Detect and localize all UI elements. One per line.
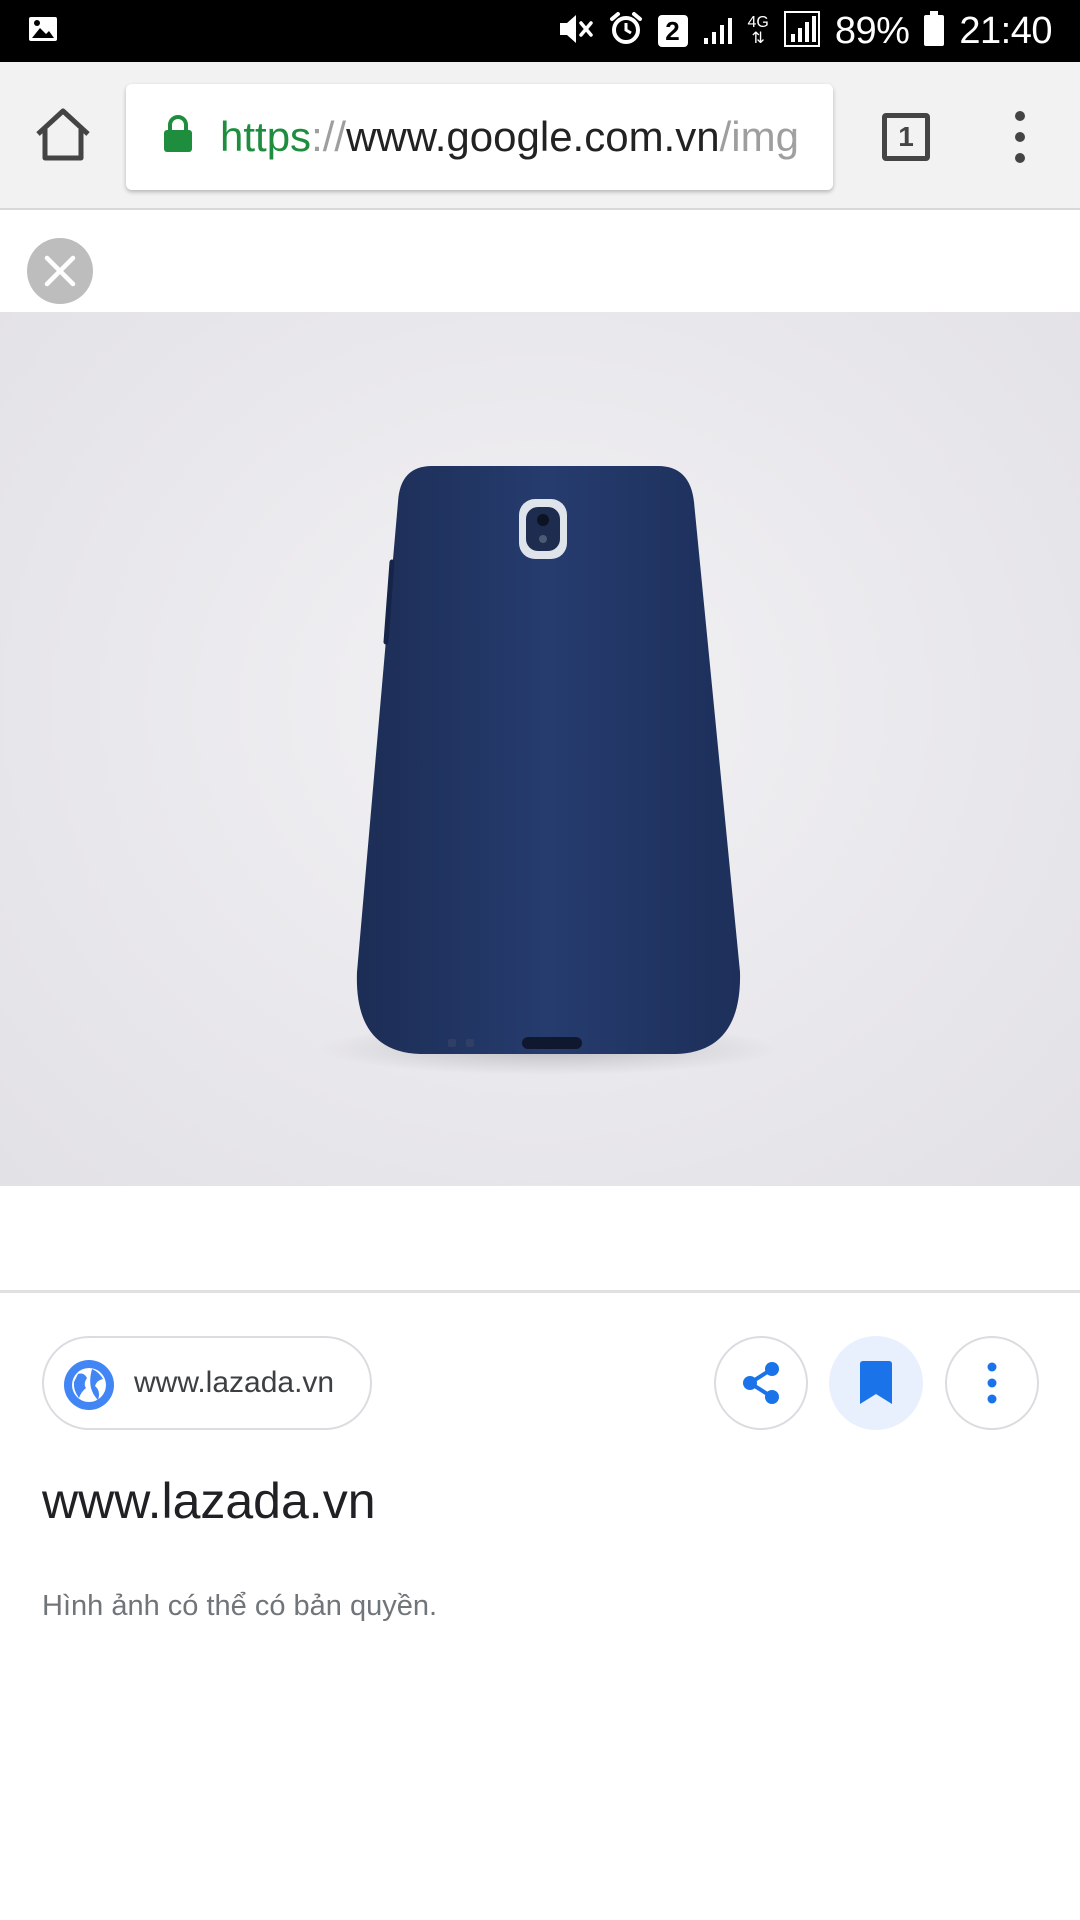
- url-host: www.google.com.vn: [346, 113, 720, 160]
- url-scheme: https: [220, 113, 312, 160]
- more-vert-icon: [987, 1362, 997, 1404]
- gallery-notification-icon: [28, 14, 58, 49]
- close-icon: [44, 255, 76, 287]
- network-type-label: 4G ⇅: [747, 14, 769, 47]
- sim-badge: 2: [657, 15, 688, 47]
- close-viewer-button[interactable]: [27, 238, 93, 304]
- signal-weak-icon: [702, 12, 734, 51]
- browser-menu-button[interactable]: [1000, 106, 1040, 168]
- globe-icon: [64, 1360, 114, 1410]
- share-button[interactable]: [714, 1336, 808, 1430]
- browser-toolbar: https://www.google.com.vn/img 1: [0, 62, 1080, 210]
- battery-percent: 89%: [834, 9, 910, 52]
- page-title[interactable]: www.lazada.vn: [42, 1472, 376, 1530]
- url-path: /img: [719, 113, 799, 160]
- home-button[interactable]: [30, 102, 96, 168]
- tab-switcher-button[interactable]: 1: [882, 113, 930, 161]
- divider: [0, 1290, 1080, 1293]
- save-button[interactable]: [829, 1336, 923, 1430]
- url-bar[interactable]: https://www.google.com.vn/img: [126, 84, 833, 190]
- url-separator: ://: [311, 113, 347, 160]
- source-site-chip[interactable]: www.lazada.vn: [42, 1336, 372, 1430]
- home-icon: [36, 108, 90, 161]
- source-site-label: www.lazada.vn: [134, 1366, 335, 1399]
- phone-case-image: [318, 466, 778, 1075]
- lock-icon: [164, 115, 192, 152]
- battery-icon: [923, 10, 945, 52]
- status-bar: 2 4G ⇅ 89% 21:40: [0, 0, 1080, 62]
- signal-strength-icon: [783, 10, 821, 53]
- url-text: https://www.google.com.vn/img: [220, 110, 810, 164]
- mute-icon: [556, 11, 594, 52]
- more-vert-icon: [1015, 111, 1025, 163]
- bookmark-icon: [860, 1361, 892, 1404]
- clock: 21:40: [959, 9, 1052, 52]
- more-options-button[interactable]: [945, 1336, 1039, 1430]
- share-icon: [743, 1362, 779, 1404]
- copyright-note: Hình ảnh có thể có bản quyền.: [42, 1590, 438, 1622]
- image-preview[interactable]: [0, 312, 1080, 1186]
- alarm-icon: [608, 11, 644, 52]
